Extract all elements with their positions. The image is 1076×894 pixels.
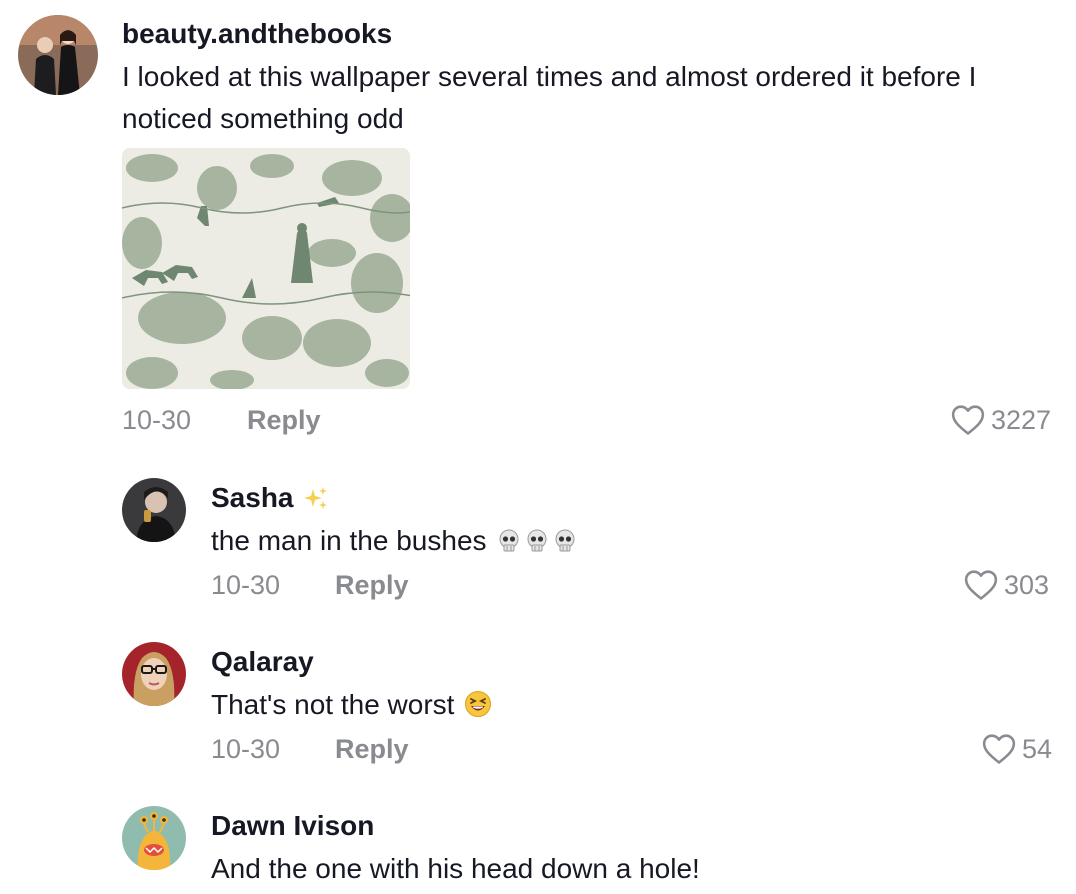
avatar[interactable] [18,15,98,95]
avatar[interactable] [122,478,186,542]
comment-date: 10-30 [122,405,192,435]
comment-username[interactable]: beauty.andthebooks [122,18,392,50]
comment-username[interactable]: Qalaray [211,646,314,678]
wallpaper-image[interactable] [122,148,410,389]
like-button[interactable]: 303 [964,569,1049,601]
comment-text-content: That's not the worst [211,689,455,720]
like-count: 3227 [991,404,1052,435]
comment-text: I looked at this wallpaper several times… [122,61,977,134]
laughing-emoji [464,688,492,730]
heart-outline-icon [951,405,985,435]
avatar[interactable] [122,806,186,870]
heart-outline-icon [964,570,998,600]
skull-emoji [496,524,522,566]
sparkles-emoji [303,485,329,518]
skull-emoji [524,524,550,566]
comment-text: That's not the worst [211,684,492,730]
like-button[interactable]: 3227 [951,404,1051,436]
like-count: 303 [1004,569,1050,600]
avatar[interactable] [122,642,186,706]
skull-emoji [552,524,578,566]
username-text: Sasha [211,482,294,513]
like-count: 54 [1022,733,1053,764]
heart-outline-icon [982,734,1016,764]
reply-button[interactable]: Reply [247,405,321,436]
comment-text: And the one with his head down a hole! [211,853,700,884]
comment-date: 10-30 [211,570,281,600]
comment-text: the man in the bushes [211,520,578,566]
like-button[interactable]: 54 [982,733,1052,765]
reply-button[interactable]: Reply [335,734,409,765]
comment-text-content: the man in the bushes [211,525,487,556]
comment-username[interactable]: Dawn Ivison [211,810,374,842]
reply-button[interactable]: Reply [335,570,409,601]
comment-username[interactable]: Sasha [211,482,329,518]
comment-date: 10-30 [211,734,281,764]
